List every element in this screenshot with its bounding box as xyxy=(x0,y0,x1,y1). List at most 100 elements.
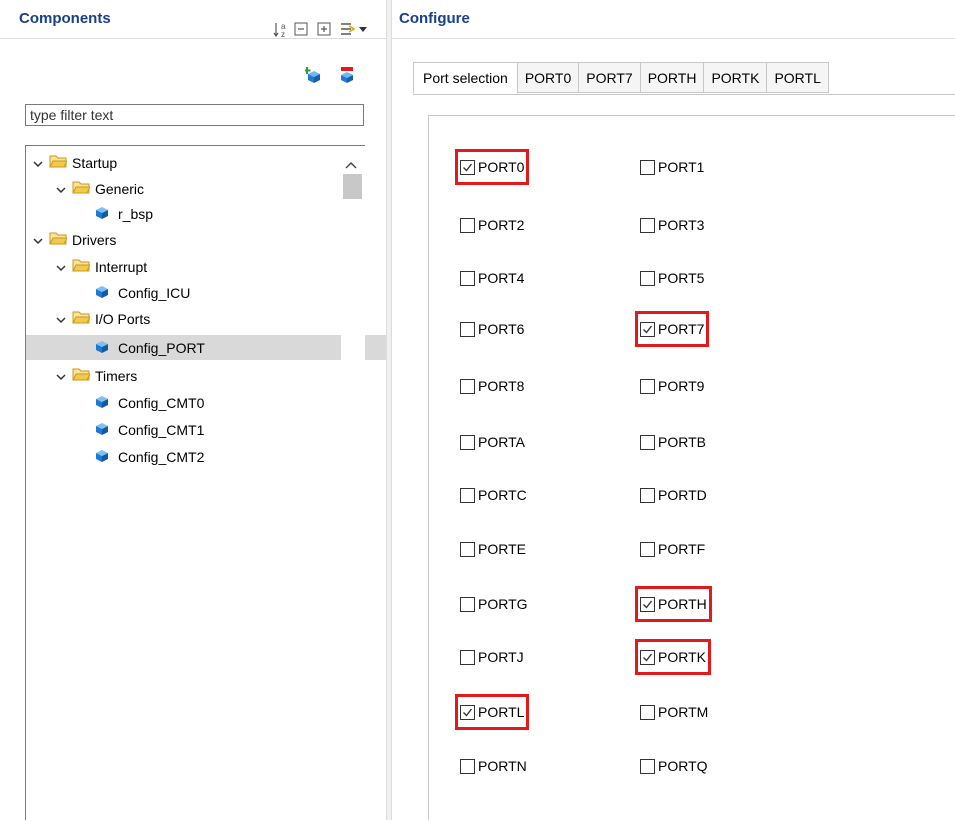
scroll-up-arrow-icon[interactable] xyxy=(345,156,357,172)
checkbox-port1[interactable]: PORT1 xyxy=(640,154,704,180)
checkbox-port5[interactable]: PORT5 xyxy=(640,265,704,291)
expand-all-icon[interactable] xyxy=(317,22,331,39)
checkbox-portb[interactable]: PORTB xyxy=(640,429,706,455)
chevron-down-icon[interactable] xyxy=(55,183,67,195)
checkbox-label: PORT0 xyxy=(478,159,525,175)
checkbox-box[interactable] xyxy=(640,596,655,612)
component-icon xyxy=(94,283,110,302)
checkbox-box[interactable] xyxy=(460,704,475,720)
checkbox-box[interactable] xyxy=(640,649,655,665)
checkbox-label: PORTE xyxy=(478,541,526,557)
checkbox-portl[interactable]: PORTL xyxy=(454,694,530,730)
chevron-down-icon[interactable] xyxy=(32,234,44,246)
checkbox-box[interactable] xyxy=(460,434,475,450)
tree-folder[interactable]: Startup xyxy=(32,150,117,175)
checkbox-porte[interactable]: PORTE xyxy=(460,536,526,562)
sort-az-icon[interactable]: a z xyxy=(273,21,291,42)
component-icon xyxy=(94,420,110,439)
checkbox-port4[interactable]: PORT4 xyxy=(460,265,524,291)
chevron-down-icon[interactable] xyxy=(55,261,67,273)
checkbox-label: PORTC xyxy=(478,487,527,503)
checkbox-box[interactable] xyxy=(640,704,655,720)
checkbox-portf[interactable]: PORTF xyxy=(640,536,705,562)
component-icon xyxy=(94,338,110,357)
tab-portk[interactable]: PORTK xyxy=(704,62,768,93)
collapse-all-icon[interactable] xyxy=(294,22,308,39)
checkbox-port6[interactable]: PORT6 xyxy=(460,316,524,342)
checkbox-porth[interactable]: PORTH xyxy=(635,586,712,622)
tree-component[interactable]: Config_CMT0 xyxy=(94,390,204,415)
checkbox-portm[interactable]: PORTM xyxy=(640,699,708,725)
tree-folder[interactable]: Interrupt xyxy=(55,254,147,279)
checkbox-box[interactable] xyxy=(640,434,655,450)
checkbox-porta[interactable]: PORTA xyxy=(460,429,525,455)
tab-portl[interactable]: PORTL xyxy=(767,62,829,93)
checkbox-port9[interactable]: PORT9 xyxy=(640,373,704,399)
checkbox-box[interactable] xyxy=(640,758,655,774)
checkbox-portj[interactable]: PORTJ xyxy=(460,644,524,670)
tree-item-label: Drivers xyxy=(72,231,117,248)
tree-item-label: Config_CMT2 xyxy=(118,448,205,465)
checkbox-box[interactable] xyxy=(460,159,475,175)
remove-component-icon[interactable] xyxy=(338,66,356,87)
checkbox-box[interactable] xyxy=(460,378,475,394)
checkbox-port3[interactable]: PORT3 xyxy=(640,212,704,238)
tab-port0[interactable]: PORT0 xyxy=(517,62,580,93)
checkbox-box[interactable] xyxy=(640,217,655,233)
checkbox-box[interactable] xyxy=(460,596,475,612)
tree-component[interactable]: r_bsp xyxy=(94,201,153,226)
filter-input[interactable] xyxy=(25,104,364,126)
chevron-down-icon[interactable] xyxy=(55,370,67,382)
configure-panel: Configure Port selection PORT0 PORT7 PORTH P… xyxy=(392,0,955,820)
checkbox-portg[interactable]: PORTG xyxy=(460,591,528,617)
add-component-icon[interactable] xyxy=(303,66,323,87)
tree-component[interactable]: Config_ICU xyxy=(94,280,190,305)
tree-item-label: Config_CMT1 xyxy=(118,421,205,438)
checkbox-port0[interactable]: PORT0 xyxy=(454,149,530,185)
checkbox-label: PORTN xyxy=(478,758,527,774)
checkbox-box[interactable] xyxy=(640,541,655,557)
checkbox-box[interactable] xyxy=(640,159,655,175)
scrollbar-thumb[interactable] xyxy=(343,174,362,199)
tree-component[interactable]: Config_CMT2 xyxy=(94,444,204,469)
checkbox-portd[interactable]: PORTD xyxy=(640,482,707,508)
chevron-down-icon[interactable] xyxy=(55,313,67,325)
checkbox-box[interactable] xyxy=(640,378,655,394)
tree-folder[interactable]: I/O Ports xyxy=(55,306,150,331)
checkbox-box[interactable] xyxy=(460,649,475,665)
checkbox-box[interactable] xyxy=(460,541,475,557)
tree-item-label: Interrupt xyxy=(95,258,148,275)
checkbox-label: PORTG xyxy=(478,596,528,612)
checkbox-box[interactable] xyxy=(460,758,475,774)
configure-tabs: Port selection PORT0 PORT7 PORTH PORTK PORTL xyxy=(413,62,955,95)
checkbox-box[interactable] xyxy=(460,321,475,337)
checkbox-box[interactable] xyxy=(640,270,655,286)
checkbox-box[interactable] xyxy=(640,487,655,503)
tree-component[interactable]: Config_CMT1 xyxy=(94,417,204,442)
tab-porth[interactable]: PORTH xyxy=(640,62,705,93)
checkbox-portk[interactable]: PORTK xyxy=(635,639,711,675)
tree-item-label: Config_PORT xyxy=(118,339,205,356)
folder-icon xyxy=(72,367,91,384)
view-menu-dropdown-icon[interactable] xyxy=(359,27,367,32)
checkbox-portc[interactable]: PORTC xyxy=(460,482,527,508)
chevron-down-icon[interactable] xyxy=(32,157,44,169)
tree-folder[interactable]: Timers xyxy=(55,363,137,388)
checkbox-box[interactable] xyxy=(460,217,475,233)
checkbox-box[interactable] xyxy=(460,487,475,503)
checkbox-port2[interactable]: PORT2 xyxy=(460,212,524,238)
tree-folder[interactable]: Drivers xyxy=(32,227,116,252)
tab-port7[interactable]: PORT7 xyxy=(579,62,641,93)
checkbox-port8[interactable]: PORT8 xyxy=(460,373,524,399)
configure-title: Configure xyxy=(399,10,470,27)
tree-folder[interactable]: Generic xyxy=(55,176,144,201)
tree-item-label: Config_ICU xyxy=(118,284,191,301)
view-filter-icon[interactable] xyxy=(339,21,357,40)
tree-scrollbar[interactable] xyxy=(341,146,365,821)
checkbox-portn[interactable]: PORTN xyxy=(460,753,527,779)
checkbox-box[interactable] xyxy=(640,321,655,337)
checkbox-box[interactable] xyxy=(460,270,475,286)
checkbox-port7[interactable]: PORT7 xyxy=(634,311,710,347)
checkbox-portq[interactable]: PORTQ xyxy=(640,753,708,779)
tab-port-selection[interactable]: Port selection xyxy=(413,62,518,94)
